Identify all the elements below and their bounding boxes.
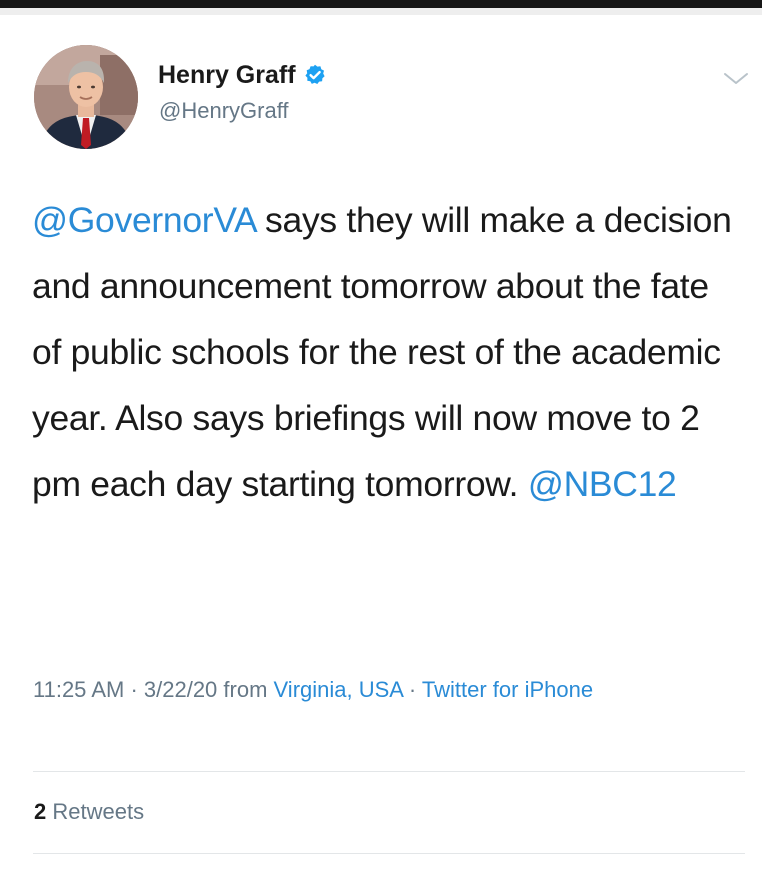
tweet-text: @GovernorVA says they will make a decisi…: [32, 187, 744, 517]
retweets-label: Retweets: [52, 799, 145, 824]
top-edge-gap: [0, 8, 762, 15]
tweet-card: Henry Graff @HenryGraff @GovernorVA says…: [0, 15, 762, 872]
author-handle[interactable]: @HenryGraff: [159, 96, 289, 126]
avatar-portrait-icon: [34, 45, 138, 149]
divider: [33, 853, 745, 854]
author-name-row[interactable]: Henry Graff: [158, 58, 326, 92]
retweets-stat[interactable]: 2 Retweets: [34, 795, 144, 829]
verified-badge-icon: [304, 64, 326, 86]
tweet-meta: 11:25 AM · 3/22/20 from Virginia, USA · …: [33, 670, 753, 710]
mention-nbc12[interactable]: @NBC12: [528, 464, 677, 504]
divider: [33, 771, 745, 772]
tweet-body-text: says they will make a decision and annou…: [32, 200, 732, 504]
meta-separator: ·: [124, 677, 144, 702]
meta-separator: ·: [402, 677, 422, 702]
mention-governorva[interactable]: @GovernorVA: [32, 200, 256, 240]
tweet-client-link[interactable]: Twitter for iPhone: [422, 677, 593, 702]
tweet-location-link[interactable]: Virginia, USA: [274, 677, 403, 702]
avatar[interactable]: [34, 45, 138, 149]
tweet-time[interactable]: 11:25 AM: [33, 677, 124, 702]
top-edge-bar: [0, 0, 762, 8]
retweets-count: 2: [34, 799, 47, 824]
chevron-down-icon[interactable]: [721, 67, 751, 91]
author-name[interactable]: Henry Graff: [158, 58, 296, 92]
meta-from-label: from: [217, 677, 274, 702]
tweet-date[interactable]: 3/22/20: [144, 677, 217, 702]
